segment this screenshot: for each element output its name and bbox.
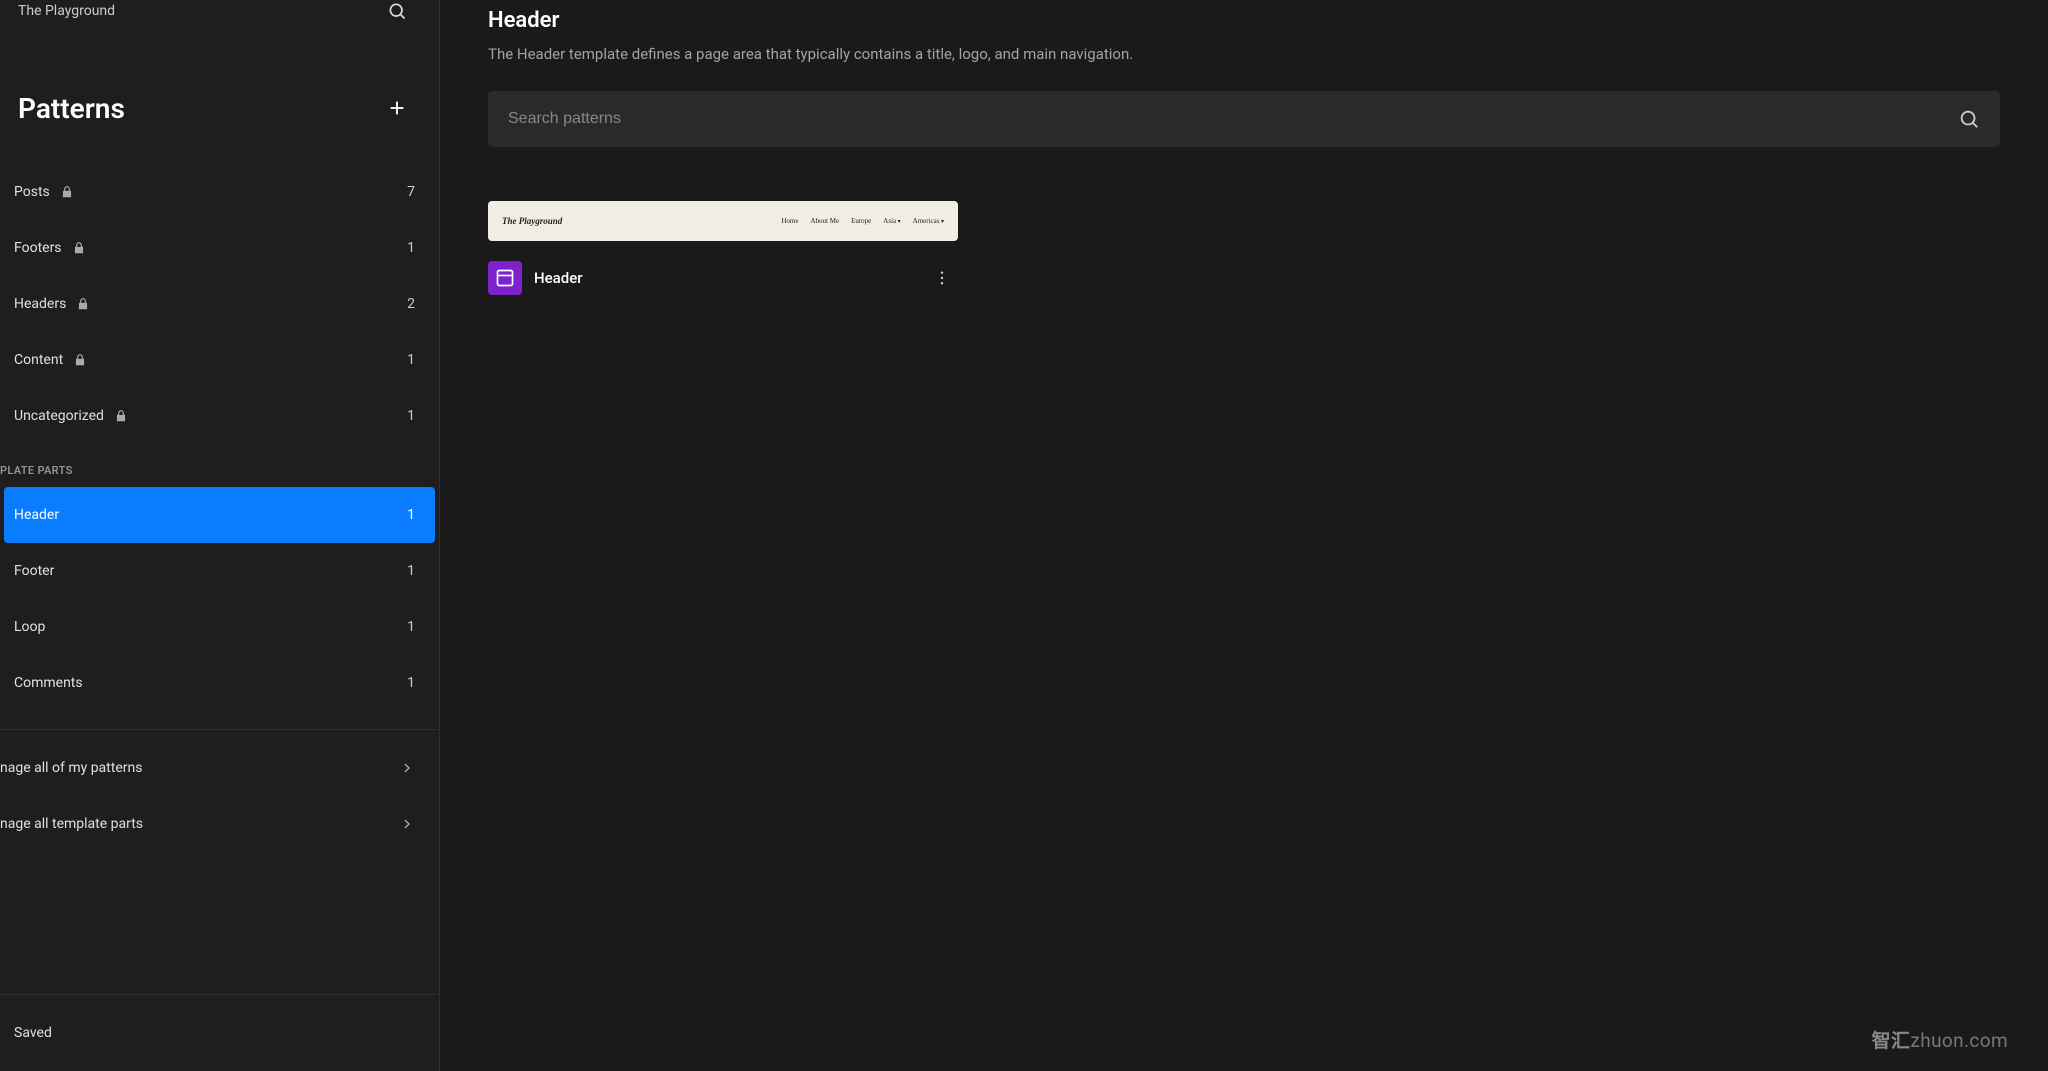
preview-nav: Home About Me Europe Asia Americas <box>781 217 944 225</box>
manage-patterns-link[interactable]: nage all of my patterns <box>0 740 439 796</box>
chevron-right-icon <box>399 760 415 776</box>
search-icon <box>387 1 407 21</box>
preview-nav-item: About Me <box>810 217 839 225</box>
more-vertical-icon <box>933 269 951 287</box>
lock-icon <box>76 297 90 311</box>
sidebar-item-count: 1 <box>407 240 415 256</box>
sidebar-item-headers[interactable]: Headers 2 <box>0 276 439 332</box>
sidebar-item-count: 1 <box>407 563 415 579</box>
sidebar-item-label: Header <box>14 507 59 523</box>
sidebar-item-count: 7 <box>407 184 415 200</box>
sidebar-item-count: 1 <box>407 507 415 523</box>
sidebar-item-count: 1 <box>407 408 415 424</box>
pattern-categories: Posts 7 Footers 1 Headers 2 Content <box>0 138 439 444</box>
sidebar-item-label: Loop <box>14 619 45 635</box>
sidebar-item-label: Footers <box>14 240 62 256</box>
lock-icon <box>114 409 128 423</box>
pattern-actions-button[interactable] <box>926 262 958 294</box>
template-part-icon <box>488 261 522 295</box>
sidebar-item-count: 1 <box>407 619 415 635</box>
pattern-preview: The Playground Home About Me Europe Asia… <box>488 201 958 241</box>
chevron-right-icon <box>399 816 415 832</box>
sidebar-item-footer[interactable]: Footer 1 <box>0 543 439 599</box>
lock-icon <box>73 353 87 367</box>
main-content: Header The Header template defines a pag… <box>440 0 2048 1071</box>
sidebar-item-count: 2 <box>407 296 415 312</box>
search-input[interactable] <box>508 110 1958 128</box>
sidebar-item-uncategorized[interactable]: Uncategorized 1 <box>0 388 439 444</box>
sidebar-item-label: Footer <box>14 563 54 579</box>
sidebar-heading: Patterns <box>18 92 125 125</box>
preview-nav-item: Americas <box>913 217 944 225</box>
sidebar-item-label: Comments <box>14 675 83 691</box>
sidebar-item-count: 1 <box>407 352 415 368</box>
page-title: Header <box>488 8 2000 33</box>
plus-icon <box>386 97 408 119</box>
manage-template-parts-link[interactable]: nage all template parts <box>0 796 439 852</box>
sidebar-link-label: nage all template parts <box>0 816 143 832</box>
sidebar-item-label: Posts <box>14 184 50 200</box>
pattern-card[interactable]: The Playground Home About Me Europe Asia… <box>488 201 958 295</box>
sidebar-item-label: Uncategorized <box>14 408 104 424</box>
preview-site-title: The Playground <box>502 216 562 226</box>
add-pattern-button[interactable] <box>379 90 415 126</box>
sidebar-item-posts[interactable]: Posts 7 <box>0 164 439 220</box>
sidebar-item-footers[interactable]: Footers 1 <box>0 220 439 276</box>
sidebar-link-label: nage all of my patterns <box>0 760 142 776</box>
divider <box>0 729 439 730</box>
lock-icon <box>60 185 74 199</box>
sidebar-item-count: 1 <box>407 675 415 691</box>
preview-nav-item: Home <box>781 217 798 225</box>
sidebar-item-comments[interactable]: Comments 1 <box>0 655 439 711</box>
preview-nav-item: Europe <box>851 217 871 225</box>
sidebar-item-loop[interactable]: Loop 1 <box>0 599 439 655</box>
preview-nav-item: Asia <box>883 217 900 225</box>
saved-status: Saved <box>0 994 439 1071</box>
site-title: The Playground <box>18 3 115 19</box>
sidebar-item-label: Headers <box>14 296 66 312</box>
template-parts-heading: PLATE PARTS <box>0 464 439 487</box>
sidebar: The Playground Patterns Posts 7 Footers <box>0 0 440 1071</box>
pattern-search[interactable] <box>488 91 2000 147</box>
pattern-name: Header <box>534 269 583 287</box>
watermark: 智汇zhuon.com <box>1872 1026 2008 1053</box>
search-icon <box>1958 108 1980 130</box>
sidebar-item-header[interactable]: Header 1 <box>4 487 435 543</box>
page-subtitle: The Header template defines a page area … <box>488 45 2000 63</box>
template-parts-group: PLATE PARTS Header 1 Footer 1 Loop 1 Com… <box>0 444 439 711</box>
lock-icon <box>72 241 86 255</box>
open-search-button[interactable] <box>379 0 415 29</box>
sidebar-item-content[interactable]: Content 1 <box>0 332 439 388</box>
sidebar-item-label: Content <box>14 352 63 368</box>
